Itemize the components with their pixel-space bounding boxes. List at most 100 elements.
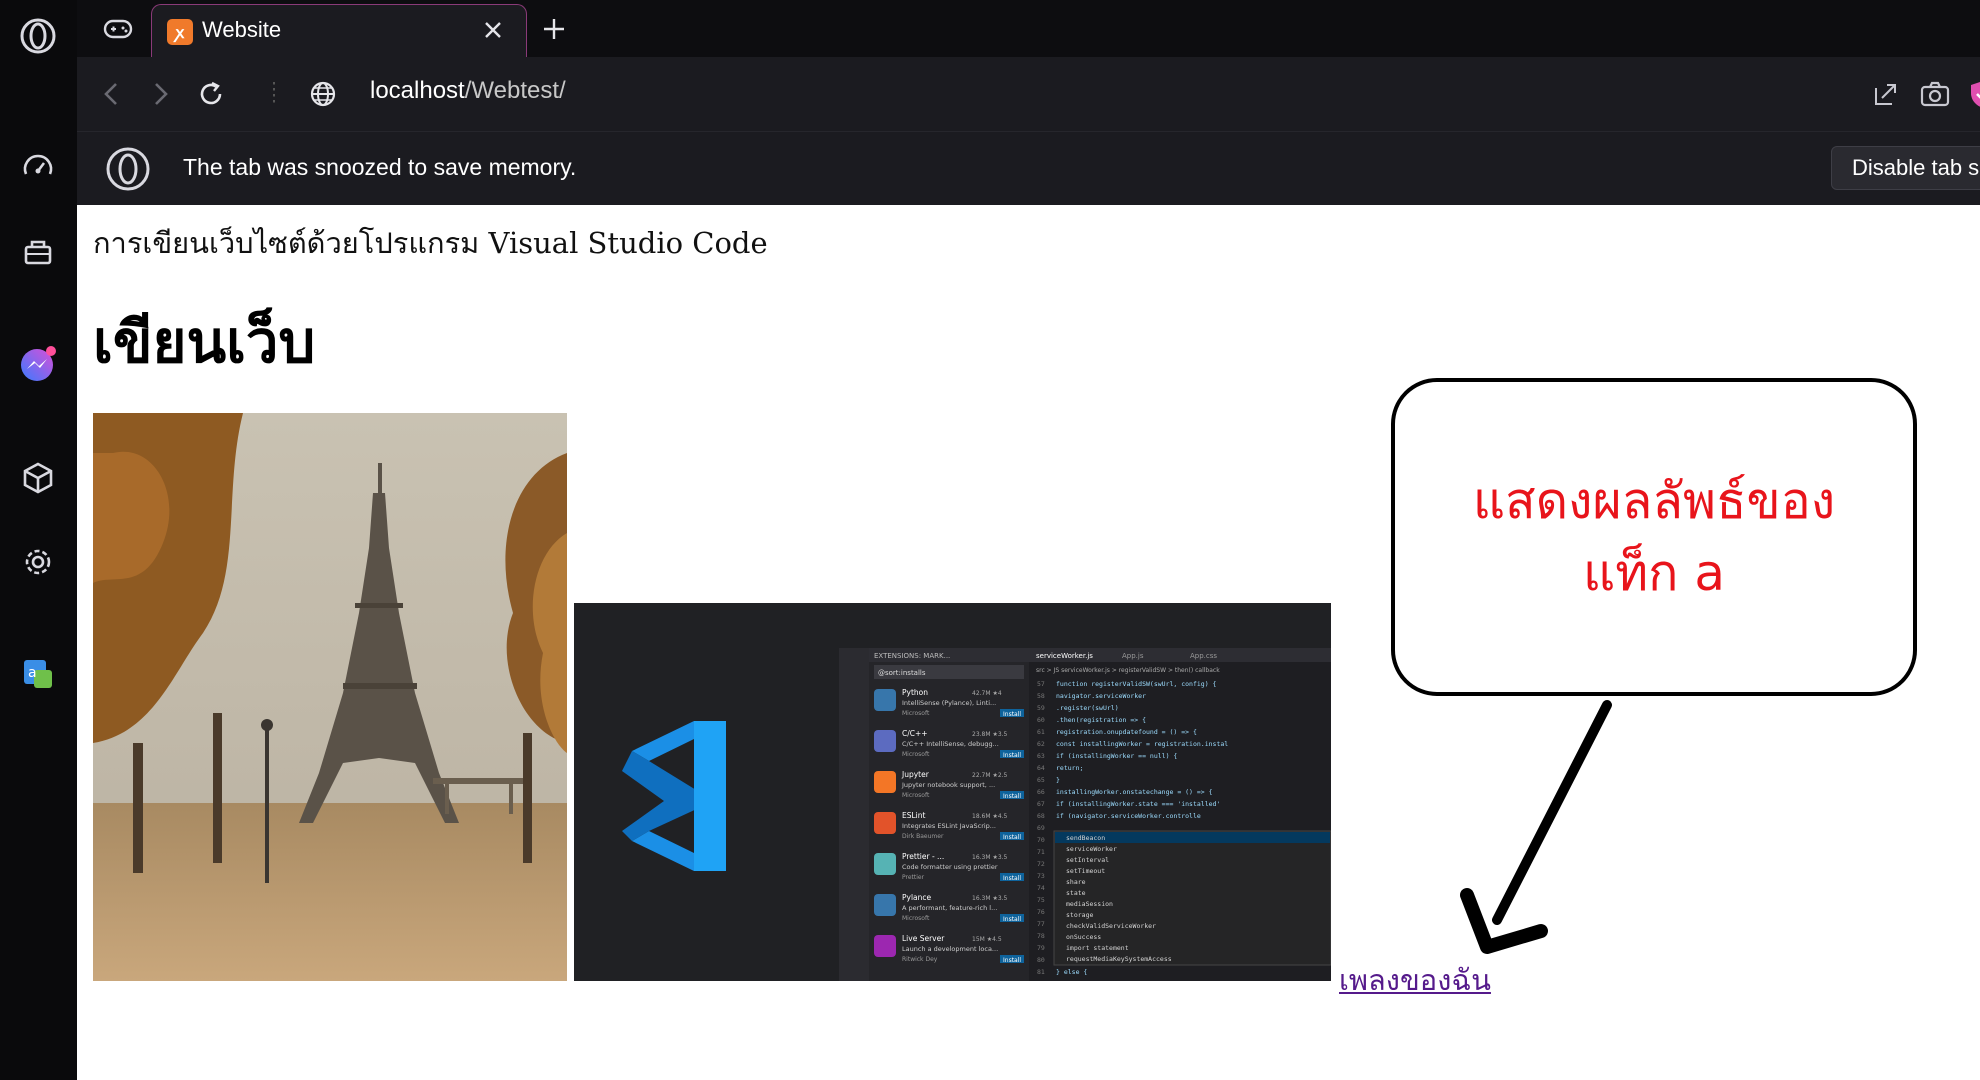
autocomplete-item: serviceWorker	[1066, 845, 1117, 853]
back-arrow-icon[interactable]	[91, 74, 131, 114]
editor-breadcrumb: src > JS serviceWorker.js > registerVali…	[1036, 667, 1220, 674]
opera-logo-icon	[106, 147, 150, 191]
address-host: localhost	[370, 77, 465, 104]
shopping-bag-icon[interactable]	[18, 232, 58, 272]
translate-icon[interactable]: a	[18, 654, 58, 694]
extension-stats: 18.6M ★4.5	[972, 813, 1008, 820]
editor-tab-label: App.js	[1122, 652, 1144, 660]
line-number: 63	[1037, 752, 1045, 760]
shield-check-icon[interactable]	[1963, 74, 1980, 114]
line-number: 71	[1037, 848, 1045, 856]
infobar-message: The tab was snoozed to save memory.	[183, 154, 577, 180]
reload-icon[interactable]	[191, 74, 231, 114]
install-button-label: Install	[1003, 752, 1021, 759]
extension-description: IntelliSense (Pylance), Linti...	[902, 699, 996, 707]
annotation-arrow-icon	[1460, 700, 1612, 954]
annotation-callout: แสดงผลลัพธ์ของ แท็ก a	[1391, 378, 1917, 696]
gamepad-icon[interactable]	[89, 8, 147, 50]
speed-dial-icon[interactable]	[18, 147, 58, 187]
close-icon[interactable]	[478, 15, 508, 45]
extension-description: A performant, feature-rich l...	[902, 904, 997, 912]
line-number: 69	[1037, 824, 1045, 832]
line-number: 59	[1037, 704, 1045, 712]
extension-name: Python	[902, 688, 928, 697]
tab-title: Website	[202, 17, 282, 42]
extension-description: Integrates ESLint JavaScrip...	[902, 822, 996, 830]
extension-description: C/C++ IntelliSense, debugg...	[902, 740, 999, 748]
editor-tab-label: App.css	[1190, 652, 1217, 660]
web-page: การเขียนเว็บไซต์ด้วยโปรแกรม Visual Studi…	[77, 205, 1980, 1080]
share-icon[interactable]	[1866, 74, 1906, 114]
tab-website[interactable]: ꭗ Website	[151, 4, 527, 57]
site-info-globe-icon[interactable]	[303, 74, 343, 114]
line-number: 73	[1037, 872, 1045, 880]
line-number: 58	[1037, 692, 1045, 700]
messenger-icon[interactable]	[18, 344, 58, 384]
extension-name: Live Server	[902, 934, 945, 943]
extension-name: Jupyter	[901, 770, 930, 779]
extension-stats: 16.3M ★3.5	[972, 854, 1008, 861]
new-tab-plus-icon[interactable]	[535, 10, 573, 48]
address-field[interactable]: localhost/Webtest/	[370, 77, 566, 105]
disable-tab-snoozing-button[interactable]: Disable tab s	[1831, 146, 1980, 190]
line-number: 64	[1037, 764, 1045, 772]
extension-icon	[874, 853, 896, 875]
code-line: function registerValidSW(swUrl, config) …	[1056, 680, 1217, 688]
line-number: 66	[1037, 788, 1045, 796]
extension-description: Jupyter notebook support, ...	[901, 781, 995, 789]
my-music-link[interactable]: เพลงของฉัน	[1339, 957, 1491, 1003]
extension-stats: 23.8M ★3.5	[972, 731, 1008, 738]
install-button-label: Install	[1003, 711, 1021, 718]
autocomplete-item: import statement	[1066, 944, 1129, 952]
opera-logo-icon[interactable]	[18, 16, 58, 56]
line-number: 76	[1037, 908, 1045, 916]
navigation-bar: localhost/Webtest/	[77, 57, 1980, 131]
line-number: 81	[1037, 968, 1045, 976]
install-button-label: Install	[1003, 793, 1021, 800]
line-number: 79	[1037, 944, 1045, 952]
line-number: 75	[1037, 896, 1045, 904]
autocomplete-item: checkValidServiceWorker	[1066, 922, 1156, 930]
line-number: 72	[1037, 860, 1045, 868]
settings-icon[interactable]	[18, 542, 58, 582]
cube-icon[interactable]	[18, 458, 58, 498]
install-button-label: Install	[1003, 957, 1021, 964]
vscode-screenshot: EXTENSIONS: MARK... @sort:installs service…	[574, 603, 1331, 981]
extension-publisher: Microsoft	[902, 710, 930, 717]
line-number: 80	[1037, 956, 1045, 964]
extension-stats: 15M ★4.5	[972, 936, 1002, 943]
extension-name: Pylance	[902, 893, 932, 902]
editor-tab-label: serviceWorker.js	[1036, 652, 1093, 660]
line-number: 68	[1037, 812, 1045, 820]
code-line: if (installingWorker == null) {	[1056, 752, 1177, 760]
code-line: navigator.serviceWorker	[1056, 692, 1146, 700]
extension-search-text: @sort:installs	[878, 669, 926, 677]
extension-description: Code formatter using prettier	[902, 863, 998, 871]
forward-arrow-icon[interactable]	[141, 74, 181, 114]
line-number: 65	[1037, 776, 1045, 784]
line-number: 61	[1037, 728, 1045, 736]
line-number: 62	[1037, 740, 1045, 748]
extension-stats: 42.7M ★4	[972, 690, 1002, 697]
code-line: if (navigator.serviceWorker.controlle	[1056, 812, 1201, 820]
extension-description: Launch a development loca...	[902, 945, 998, 953]
address-path: /Webtest/	[464, 77, 566, 104]
extension-icon	[874, 730, 896, 752]
extension-stats: 22.7M ★2.5	[972, 772, 1008, 779]
callout-text-line1: แสดงผลลัพธ์ของ	[1472, 472, 1836, 530]
extension-publisher: Microsoft	[902, 915, 930, 922]
line-number: 70	[1037, 836, 1045, 844]
camera-snapshot-icon[interactable]	[1915, 74, 1955, 114]
extension-icon	[874, 771, 896, 793]
eiffel-tower-photo	[93, 413, 567, 981]
autocomplete-item: setInterval	[1066, 856, 1109, 864]
autocomplete-item: mediaSession	[1066, 900, 1113, 908]
extension-icon	[874, 935, 896, 957]
code-line: if (installingWorker.state === 'installe…	[1056, 800, 1220, 808]
svg-text:a: a	[28, 665, 37, 681]
page-heading: เขียนเว็บ	[93, 308, 316, 376]
extension-name: ESLint	[902, 811, 926, 820]
nav-separator	[273, 82, 275, 106]
extension-publisher: Microsoft	[902, 792, 930, 799]
line-number: 78	[1037, 932, 1045, 940]
